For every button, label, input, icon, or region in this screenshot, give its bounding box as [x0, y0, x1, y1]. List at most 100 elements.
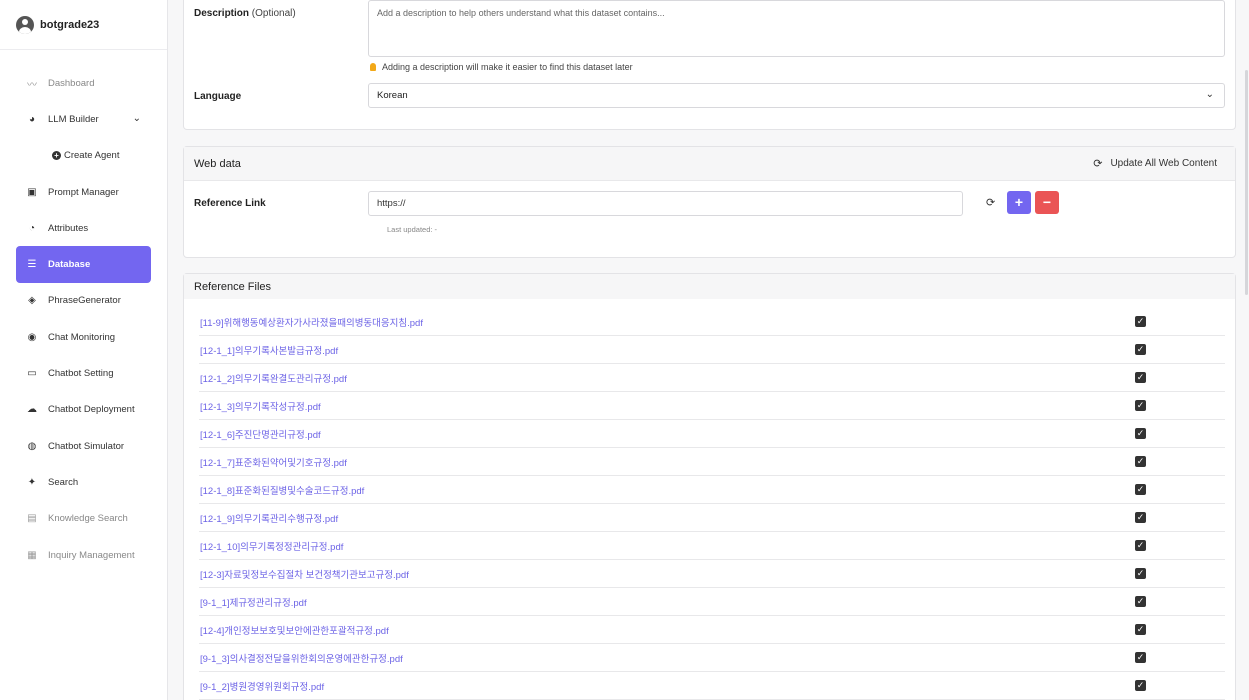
- reference-files-title: Reference Files: [194, 280, 272, 293]
- file-link[interactable]: [12-1_2]의무기록완결도관리규정.pdf: [199, 371, 347, 385]
- sidebar-item-chatbot-simulator[interactable]: ◍ Chatbot Simulator: [16, 428, 151, 464]
- file-link[interactable]: [12-3]자료및정보수집절차 보건정책기관보고규정.pdf: [199, 567, 409, 581]
- sidebar-item-dashboard[interactable]: 〰 Dashboard: [16, 65, 151, 101]
- description-label-text: Description: [194, 8, 250, 19]
- file-row: [12-1_10]의무기록정정관리규정.pdf ✓: [199, 532, 1225, 560]
- page-scrollbar[interactable]: [1245, 70, 1248, 295]
- file-checkbox[interactable]: ✓: [1135, 484, 1146, 495]
- file-link[interactable]: [12-1_9]의무기록관리수행규정.pdf: [199, 511, 338, 525]
- file-row: [9-1_1]제규정관리규정.pdf ✓: [199, 588, 1225, 616]
- sparkle-icon: ✦: [27, 476, 37, 488]
- inquiry-icon: ▦: [27, 549, 37, 561]
- file-checkbox[interactable]: ✓: [1135, 372, 1146, 383]
- reference-files-list: [11-9]위해행동예상환자가사라졌을때의병동대응지침.pdf ✓ [12-1_1]…: [199, 308, 1225, 700]
- file-checkbox[interactable]: ✓: [1135, 400, 1146, 411]
- refresh-link-icon[interactable]: ⟳: [986, 196, 995, 209]
- file-link[interactable]: [12-1_8]표준화된질병및수술코드규정.pdf: [199, 483, 364, 497]
- sidebar-item-chatbot-setting[interactable]: ▭ Chatbot Setting: [16, 355, 151, 391]
- sidebar-item-label: Search: [48, 476, 79, 488]
- language-select-value: Korean: [377, 90, 408, 101]
- file-checkbox[interactable]: ✓: [1135, 596, 1146, 607]
- sidebar-item-label: LLM Builder: [48, 113, 99, 125]
- terminal-icon: ▣: [27, 186, 37, 198]
- sidebar-item-label: Inquiry Management: [48, 549, 135, 561]
- description-placeholder: Add a description to help others underst…: [377, 8, 665, 18]
- plus-circle-icon: +: [52, 151, 61, 161]
- chevron-down-icon[interactable]: ⌄: [133, 113, 141, 124]
- file-link[interactable]: [12-1_7]표준화된약어및기호규정.pdf: [199, 455, 347, 469]
- file-link[interactable]: [9-1_2]병원경영위원회규정.pdf: [199, 679, 324, 693]
- lightbulb-icon: [370, 63, 376, 71]
- reference-link-input[interactable]: https://: [368, 191, 963, 216]
- chart-line-icon: 〰: [27, 79, 37, 91]
- sidebar: botgrade23 〰 Dashboard ◕ LLM Builder ⌄ + Creat…: [0, 0, 168, 700]
- file-link[interactable]: [12-1_3]의무기록작성규정.pdf: [199, 399, 321, 413]
- description-hint-text: Adding a description will make it easier…: [382, 62, 633, 72]
- file-link[interactable]: [12-1_1]의무기록사본발급규정.pdf: [199, 343, 338, 357]
- file-row: [9-1_2]병원경영위원회규정.pdf ✓: [199, 672, 1225, 700]
- sidebar-item-knowledge-search[interactable]: ▤ Knowledge Search: [16, 501, 151, 537]
- sidebar-item-prompt-manager[interactable]: ▣ Prompt Manager: [16, 174, 151, 210]
- cloud-upload-icon: ☁: [27, 404, 37, 416]
- gauge-icon: ◔: [28, 222, 36, 234]
- remove-link-button[interactable]: −: [1035, 191, 1059, 214]
- file-row: [12-1_7]표준화된약어및기호규정.pdf ✓: [199, 448, 1225, 476]
- update-all-web-content-button[interactable]: ⟳ Update All Web Content: [1093, 157, 1217, 170]
- file-checkbox[interactable]: ✓: [1135, 568, 1146, 579]
- file-link[interactable]: [12-4]개인정보보호및보안에관한포괄적규정.pdf: [199, 623, 389, 637]
- file-checkbox[interactable]: ✓: [1135, 680, 1146, 691]
- sidebar-item-phrasegenerator[interactable]: ◈ PhraseGenerator: [16, 283, 151, 319]
- web-data-header: Web data ⟳ Update All Web Content: [184, 147, 1235, 181]
- add-link-button[interactable]: +: [1007, 191, 1031, 214]
- file-link[interactable]: [12-1_6]주진단명관리규정.pdf: [199, 427, 321, 441]
- sidebar-item-create-agent[interactable]: + Create Agent: [16, 138, 151, 174]
- file-row: [12-1_1]의무기록사본발급규정.pdf ✓: [199, 336, 1225, 364]
- sidebar-item-llm-builder[interactable]: ◕ LLM Builder ⌄: [16, 101, 151, 137]
- brain-icon: ◕: [28, 113, 36, 125]
- file-checkbox[interactable]: ✓: [1135, 512, 1146, 523]
- knowledge-search-icon: ▤: [27, 513, 37, 525]
- file-checkbox[interactable]: ✓: [1135, 316, 1146, 327]
- dataset-details-card: Description (Optional) Add a description…: [183, 0, 1236, 130]
- sidebar-item-label: Database: [48, 259, 91, 271]
- layers-icon: ◈: [28, 295, 36, 307]
- sidebar-item-chatbot-deployment[interactable]: ☁ Chatbot Deployment: [16, 392, 151, 428]
- description-textarea[interactable]: Add a description to help others underst…: [368, 0, 1225, 57]
- file-checkbox[interactable]: ✓: [1135, 344, 1146, 355]
- sidebar-item-attributes[interactable]: ◔ Attributes: [16, 210, 151, 246]
- file-link[interactable]: [9-1_3]의사결정전달을위한회의운영에관한규정.pdf: [199, 651, 403, 665]
- sidebar-item-chat-monitoring[interactable]: ◉ Chat Monitoring: [16, 319, 151, 355]
- refresh-icon: ⟳: [1093, 158, 1103, 170]
- sidebar-item-search[interactable]: ✦ Search: [16, 464, 151, 500]
- reference-files-card: Reference Files [11-9]위해행동예상환자가사라졌을때의병동대…: [183, 273, 1236, 700]
- file-row: [12-1_2]의무기록완결도관리규정.pdf ✓: [199, 364, 1225, 392]
- sidebar-item-label: Chatbot Setting: [48, 368, 114, 380]
- username: botgrade23: [40, 18, 100, 31]
- description-hint: Adding a description will make it easier…: [370, 62, 633, 72]
- file-checkbox[interactable]: ✓: [1135, 428, 1146, 439]
- file-checkbox[interactable]: ✓: [1135, 624, 1146, 635]
- description-label: Description (Optional): [194, 8, 296, 19]
- file-checkbox[interactable]: ✓: [1135, 652, 1146, 663]
- monitor-icon: ▭: [27, 368, 37, 380]
- last-updated-text: Last updated: -: [387, 225, 438, 234]
- sidebar-item-database[interactable]: ☰ Database: [16, 246, 151, 283]
- file-row: [12-1_3]의무기록작성규정.pdf ✓: [199, 392, 1225, 420]
- web-data-card: Web data ⟳ Update All Web Content Refere…: [183, 146, 1236, 258]
- file-link[interactable]: [11-9]위해행동예상환자가사라졌을때의병동대응지침.pdf: [199, 315, 423, 329]
- file-checkbox[interactable]: ✓: [1135, 456, 1146, 467]
- sidebar-nav: 〰 Dashboard ◕ LLM Builder ⌄ + Create Agent ▣ Pro…: [0, 50, 167, 573]
- sidebar-item-label: Chat Monitoring: [48, 331, 116, 343]
- eye-icon: ◉: [27, 331, 37, 343]
- sidebar-item-label: PhraseGenerator: [48, 295, 121, 307]
- database-icon: ☰: [27, 259, 37, 271]
- sidebar-item-inquiry-management[interactable]: ▦ Inquiry Management: [16, 537, 151, 573]
- file-link[interactable]: [9-1_1]제규정관리규정.pdf: [199, 595, 307, 609]
- language-select[interactable]: Korean ⌄: [368, 83, 1225, 108]
- language-label: Language: [194, 91, 242, 102]
- file-row: [9-1_3]의사결정전달을위한회의운영에관한규정.pdf ✓: [199, 644, 1225, 672]
- file-row: [12-1_8]표준화된질병및수술코드규정.pdf ✓: [199, 476, 1225, 504]
- file-link[interactable]: [12-1_10]의무기록정정관리규정.pdf: [199, 539, 343, 553]
- file-checkbox[interactable]: ✓: [1135, 540, 1146, 551]
- user-profile[interactable]: botgrade23: [0, 0, 167, 50]
